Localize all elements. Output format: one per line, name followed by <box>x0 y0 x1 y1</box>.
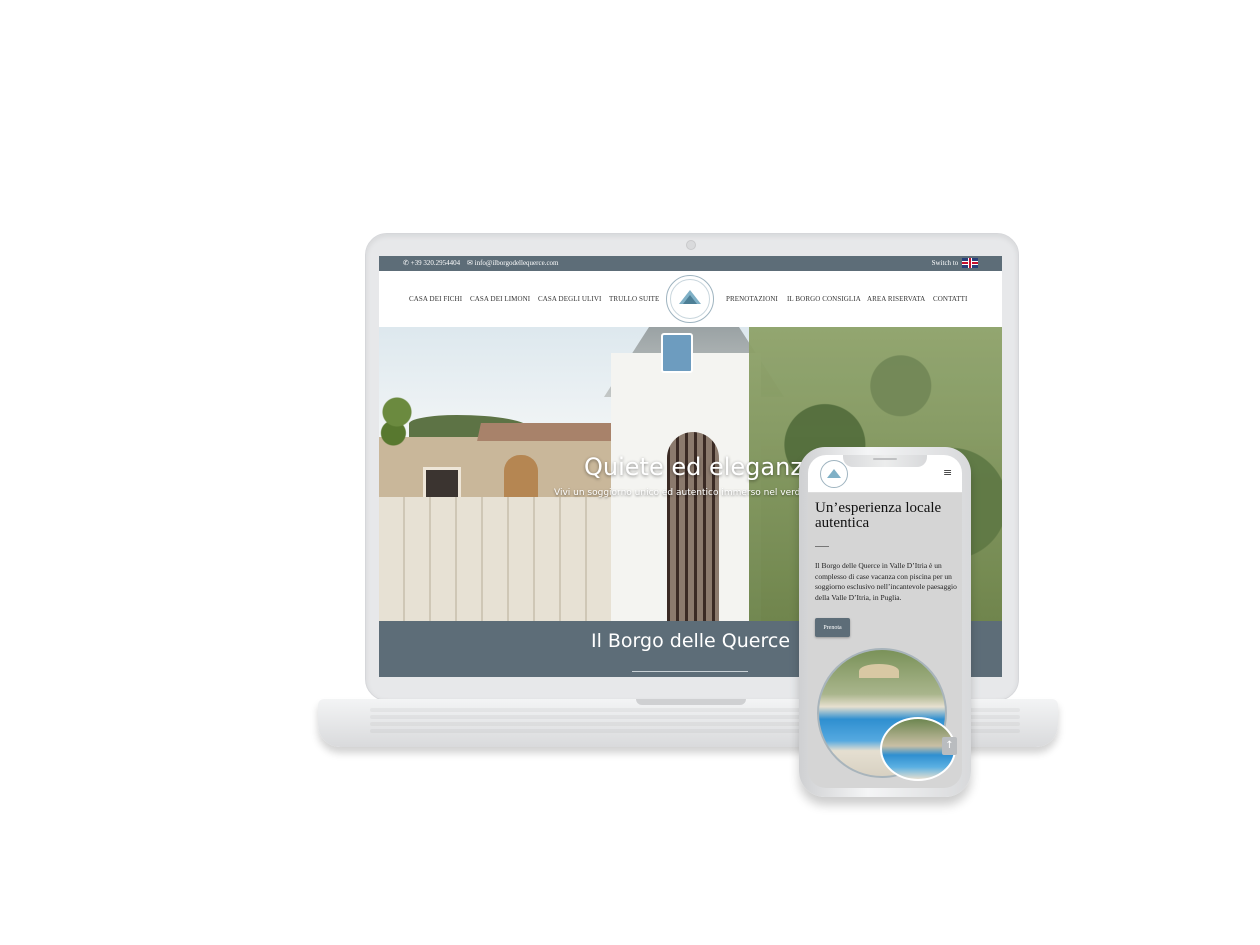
mobile-intro-text: Il Borgo delle Querce in Valle D’Itria è… <box>815 561 957 602</box>
uk-flag-icon <box>962 258 978 269</box>
site-logo[interactable] <box>666 275 714 323</box>
nav-prenotazioni[interactable]: PRENOTAZIONI <box>726 295 778 303</box>
hamburger-icon[interactable]: ≡ <box>943 467 952 478</box>
laptop-camera <box>686 240 696 250</box>
band-divider <box>632 671 748 672</box>
band-title-text: Il Borgo delle Querce <box>590 630 791 652</box>
nav-casa-dei-fichi[interactable]: CASA DEI FICHI <box>409 295 462 303</box>
nav-il-borgo-consiglia[interactable]: IL BORGO CONSIGLIA <box>787 295 861 303</box>
hero-subtitle: Vivi un soggiorno unico ed autentico imm… <box>554 488 831 498</box>
phone-number: +39 320.2954404 <box>410 259 461 267</box>
email-address: info@ilborgodellequerce.com <box>474 259 559 267</box>
language-switch[interactable]: Switch to <box>932 256 978 271</box>
prenota-button[interactable]: Prenota <box>815 618 850 637</box>
email-contact[interactable]: ✉ info@ilborgodellequerce.com <box>467 256 559 271</box>
nav-casa-degli-ulivi[interactable]: CASA DEGLI ULIVI <box>538 295 601 303</box>
phone-notch <box>843 455 927 467</box>
nav-area-riservata[interactable]: AREA RISERVATA <box>867 295 925 303</box>
main-nav: CASA DEI FICHI CASA DEI LIMONI CASA DEGL… <box>379 271 1002 327</box>
mobile-divider <box>815 546 829 547</box>
nav-trullo-suite[interactable]: TRULLO SUITE <box>609 295 659 303</box>
phone-speaker <box>873 458 897 460</box>
mobile-logo[interactable] <box>820 460 848 488</box>
nav-casa-dei-limoni[interactable]: CASA DEI LIMONI <box>470 295 530 303</box>
top-bar: ✆ +39 320.2954404 ✉ info@ilborgodelleque… <box>379 256 1002 271</box>
nav-contatti[interactable]: CONTATTI <box>933 295 967 303</box>
phone-contact[interactable]: ✆ +39 320.2954404 <box>403 256 460 271</box>
mobile-title: Un’esperienza locale autentica <box>815 500 942 531</box>
mobile-screen: ≡ Un’esperienza locale autentica Il Borg… <box>808 455 962 788</box>
hero-title: Quiete ed eleganza <box>584 453 818 481</box>
arrow-up-icon[interactable]: ↑ <box>942 737 957 755</box>
language-switch-label: Switch to <box>931 259 959 267</box>
